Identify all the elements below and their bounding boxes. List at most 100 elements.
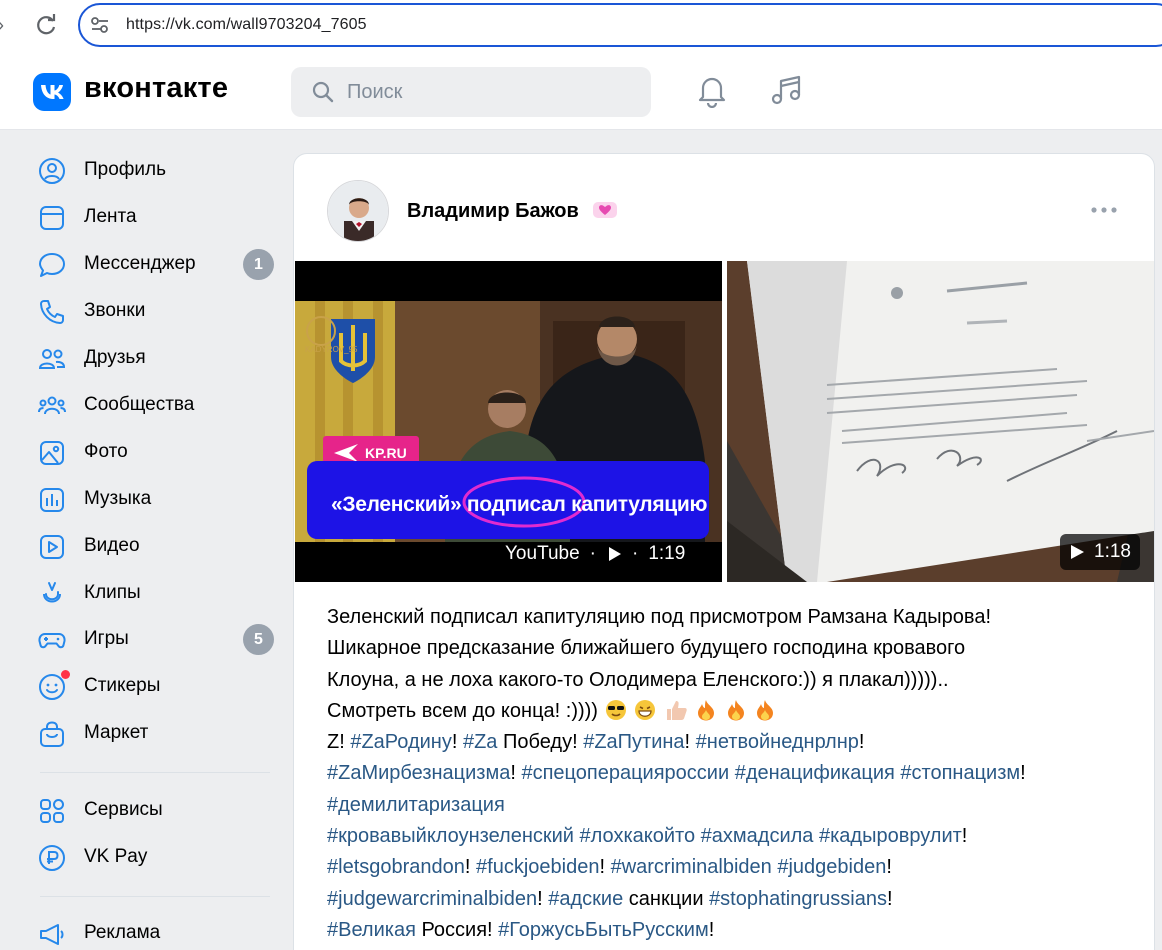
- sidebar-item-services[interactable]: Сервисы: [24, 789, 282, 831]
- author-avatar[interactable]: [327, 180, 389, 242]
- sidebar-item-messenger[interactable]: Мессенджер 1: [24, 243, 282, 285]
- hashtag-line: #Великая Россия! #ГоржусьБытьРусским!: [327, 915, 1127, 946]
- video-source-overlay: YouTube · · 1:19: [505, 538, 685, 570]
- hashtag-link[interactable]: #спецоперацияроссии: [521, 762, 729, 784]
- video-thumbnail-document[interactable]: 1:18: [727, 261, 1154, 582]
- post-text-segment: Россия!: [415, 918, 499, 941]
- post-text-segment: !: [451, 731, 463, 754]
- dot-separator: ·: [632, 543, 639, 564]
- sidebar-item-market[interactable]: Маркет: [24, 712, 282, 754]
- reload-icon[interactable]: [34, 12, 60, 38]
- thumbs-up-emoji-icon: [663, 696, 689, 727]
- play-icon[interactable]: [606, 546, 622, 562]
- hashtag-link[interactable]: #нетвойнеднрлнр: [696, 731, 859, 753]
- address-bar[interactable]: https://vk.com/wall9703204_7605: [78, 3, 1162, 47]
- sidebar-item-label: Видео: [84, 535, 140, 556]
- left-sidebar: Профиль Лента Мессенджер 1 Звонки Друзья…: [0, 131, 290, 950]
- video-thumbnail-youtube[interactable]: KADYROV_95 KP.RU «Зеленский» подписал ка…: [295, 261, 722, 582]
- sidebar-item-communities[interactable]: Сообщества: [24, 384, 282, 426]
- market-bag-icon: [38, 720, 66, 748]
- hashtag-link[interactable]: #ZaПутина: [583, 731, 684, 753]
- more-options-icon[interactable]: [1089, 198, 1119, 222]
- grinning-emoji-icon: [633, 696, 657, 727]
- hashtag-link[interactable]: #judgewarcriminalbiden: [327, 888, 537, 910]
- sidebar-item-ads[interactable]: Реклама: [24, 912, 282, 950]
- vk-logo-icon[interactable]: [33, 73, 71, 111]
- sidebar-item-label: Лента: [84, 206, 137, 227]
- sidebar-item-label: Звонки: [84, 300, 146, 321]
- hashtag-link[interactable]: #fuckjoebiden: [476, 856, 599, 878]
- sidebar-item-friends[interactable]: Друзья: [24, 337, 282, 379]
- hashtag-link[interactable]: #ахмадсила: [701, 825, 814, 847]
- video-duration-pill: 1:18: [1060, 534, 1140, 570]
- hashtag-link[interactable]: #ZaМирбезнацизма: [327, 762, 510, 784]
- post-text-segment: Z!: [327, 731, 351, 754]
- author-name[interactable]: Владимир Бажов: [407, 200, 579, 223]
- search-input[interactable]: Поиск: [291, 67, 651, 117]
- post-text-segment: !: [599, 856, 611, 879]
- sidebar-item-label: Игры: [84, 628, 129, 649]
- video-source-label: YouTube: [505, 543, 580, 564]
- hashtag-link[interactable]: #ZaРодину: [350, 731, 452, 753]
- clips-icon: [38, 580, 66, 608]
- hashtag-link[interactable]: #Великая: [327, 919, 416, 941]
- feed-icon: [38, 204, 66, 232]
- notifications-bell-icon[interactable]: [694, 72, 730, 109]
- hashtag-line: #judgewarcriminalbiden! #адские санкции …: [327, 884, 1127, 915]
- friends-icon: [38, 345, 66, 373]
- sidebar-item-photos[interactable]: Фото: [24, 431, 282, 473]
- hashtag-link[interactable]: #stophatingrussians: [709, 888, 887, 910]
- hashtag-link[interactable]: #кадыроврулит: [819, 825, 962, 847]
- sidebar-item-feed[interactable]: Лента: [24, 196, 282, 238]
- services-grid-icon: [38, 797, 66, 825]
- sidebar-item-vkpay[interactable]: VK Pay: [24, 836, 282, 878]
- gamepad-icon: [38, 626, 66, 654]
- play-icon[interactable]: [1068, 543, 1086, 561]
- hashtag-link[interactable]: #warcriminalbiden: [611, 856, 772, 878]
- post-text-segment: !: [858, 731, 865, 754]
- hashtag-line: #кровавыйклоунзеленский #лохкакойто #ахм…: [327, 821, 1127, 852]
- sidebar-item-games[interactable]: Игры 5: [24, 618, 282, 660]
- hashtag-link[interactable]: #стопнацизм: [900, 762, 1020, 784]
- browser-toolbar: › https://vk.com/wall9703204_7605: [0, 0, 1162, 50]
- url-text[interactable]: https://vk.com/wall9703204_7605: [126, 16, 367, 34]
- hashtag-link[interactable]: #letsgobrandon: [327, 856, 465, 878]
- sidebar-item-label: Музыка: [84, 488, 152, 509]
- heart-badge-icon: [592, 200, 620, 220]
- channel-watermark: KADYROV_95: [305, 345, 358, 354]
- sidebar-item-label: Стикеры: [84, 675, 161, 696]
- forward-arrow-icon[interactable]: ›: [0, 14, 12, 36]
- post-text-line-emoji: Смотреть всем до конца! :)))): [327, 696, 1127, 727]
- post-text-segment: Победу!: [497, 731, 584, 754]
- hashtag-link[interactable]: #Za: [463, 731, 497, 753]
- sidebar-item-calls[interactable]: Звонки: [24, 290, 282, 332]
- post-text-segment: !: [1020, 762, 1026, 785]
- hashtag-link[interactable]: #ГоржусьБытьРусским: [498, 919, 709, 941]
- video-icon: [38, 533, 66, 561]
- sidebar-item-label: Друзья: [84, 347, 146, 368]
- sidebar-item-label: Фото: [84, 441, 128, 462]
- hashtag-link[interactable]: #адские: [548, 888, 623, 910]
- sidebar-item-profile[interactable]: Профиль: [24, 149, 282, 191]
- music-chart-icon: [38, 486, 66, 514]
- hashtag-link[interactable]: #лохкакойто: [580, 825, 696, 847]
- search-icon: [311, 80, 335, 104]
- vk-logo-text[interactable]: вконтакте: [84, 72, 228, 105]
- hashtag-link[interactable]: #judgebiden: [777, 856, 886, 878]
- sidebar-item-stickers[interactable]: Стикеры: [24, 665, 282, 707]
- post-text-segment: !: [886, 856, 892, 879]
- music-note-icon[interactable]: [768, 72, 804, 108]
- post-text: Зеленский подписал капитуляцию под присм…: [327, 602, 1127, 946]
- wall-post: Владимир Бажов KADYROV_95 KP.RU «Зеленск…: [293, 153, 1155, 950]
- kp-ru-label: KP.RU: [365, 445, 407, 461]
- hashtag-link[interactable]: #кровавыйклоунзеленский: [327, 825, 574, 847]
- sidebar-item-music[interactable]: Музыка: [24, 478, 282, 520]
- hashtag-link[interactable]: #денацификация: [735, 762, 895, 784]
- post-text-segment: !: [684, 731, 696, 754]
- sidebar-item-clips[interactable]: Клипы: [24, 572, 282, 614]
- fire-emoji-icon: [724, 696, 748, 727]
- sidebar-item-video[interactable]: Видео: [24, 525, 282, 567]
- sidebar-item-label: Мессенджер: [84, 253, 196, 274]
- site-settings-icon[interactable]: [90, 16, 110, 34]
- hashtag-link[interactable]: #демилитаризация: [327, 794, 505, 816]
